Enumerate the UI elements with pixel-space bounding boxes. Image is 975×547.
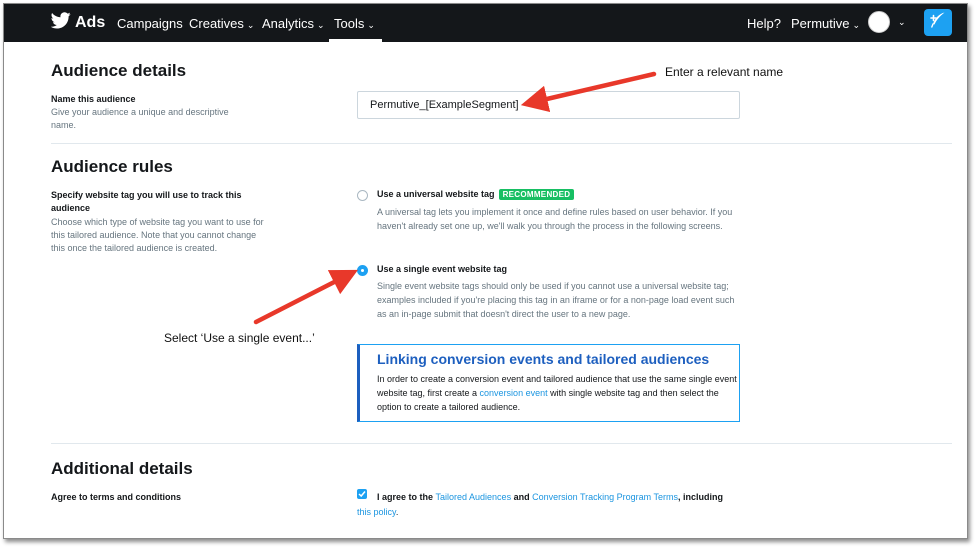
arrow-to-name-input bbox=[520, 71, 657, 113]
annotation-arrows bbox=[253, 71, 657, 325]
arrow-to-single-event bbox=[253, 269, 359, 325]
screenshot-frame: Ads Campaigns Creatives ⌄ Analytics ⌄ Tool… bbox=[3, 3, 968, 539]
